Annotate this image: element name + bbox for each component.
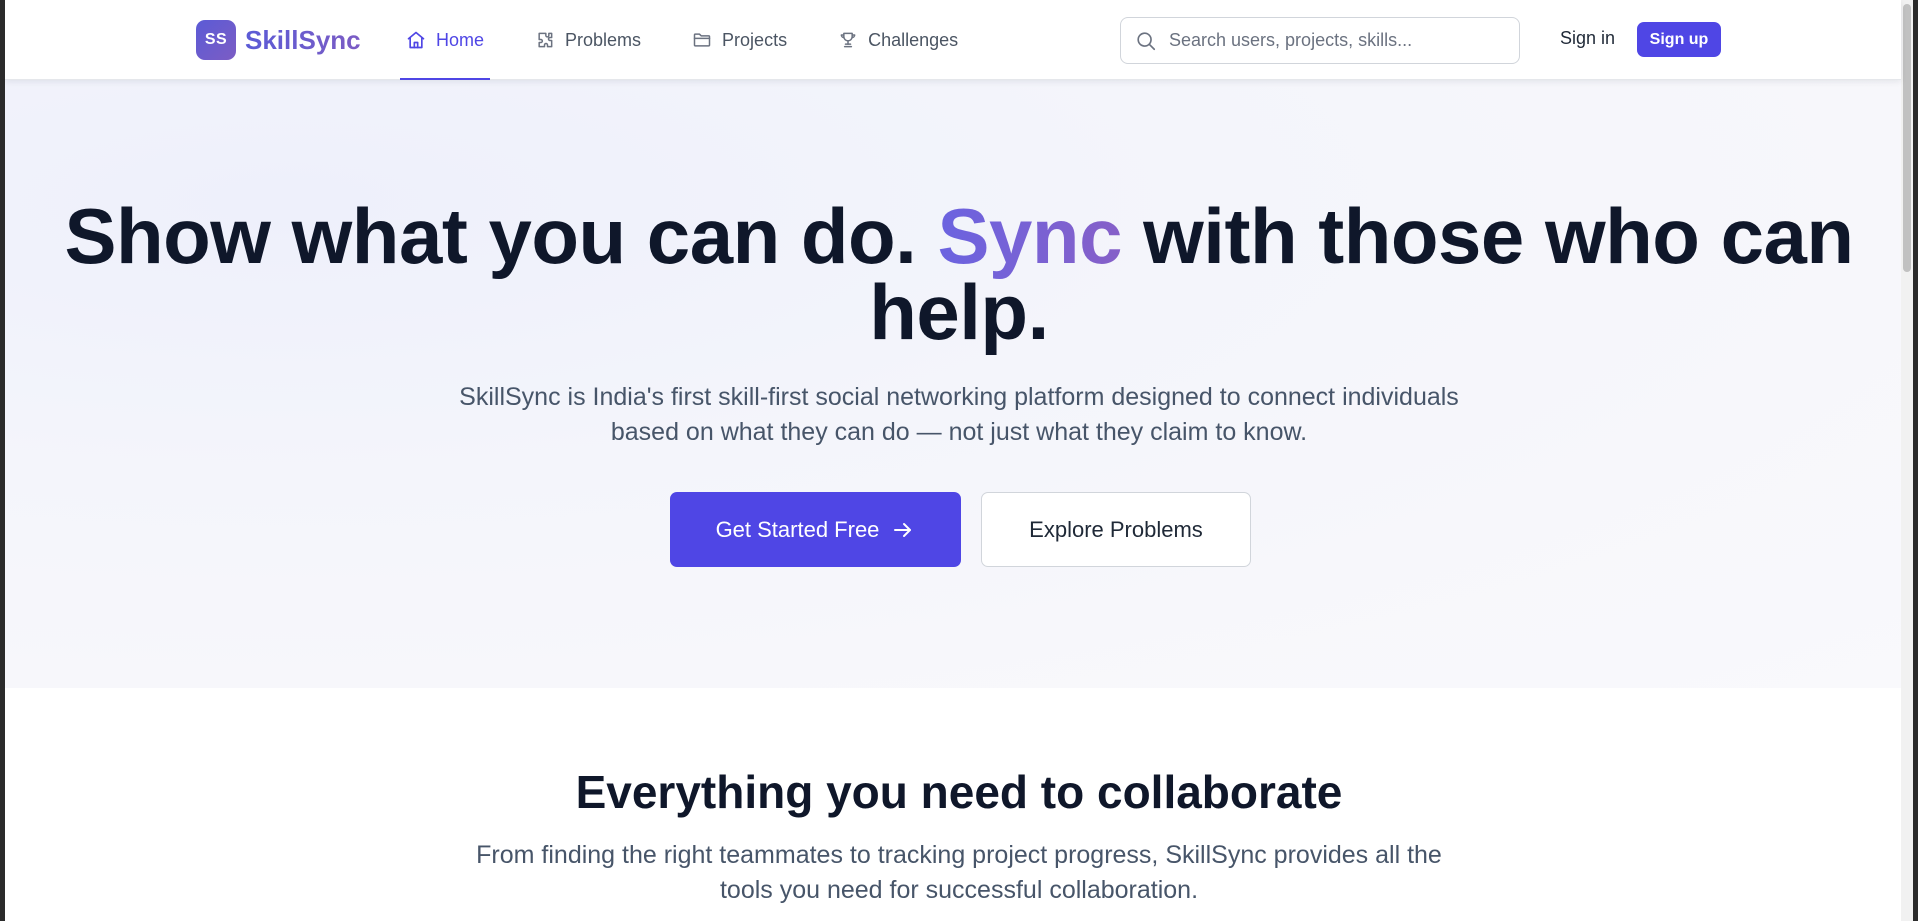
nav-item-home[interactable]: Home — [400, 0, 491, 80]
browser-viewport: SS SkillSync Home Problems Projects Chal… — [0, 0, 1918, 921]
features-subtitle: From finding the right teammates to trac… — [476, 841, 1442, 904]
home-icon — [406, 30, 426, 50]
search-box[interactable] — [1120, 17, 1520, 64]
hero-title: Show what you can do. Sync with those wh… — [5, 197, 1913, 351]
logo-initials: SS — [204, 31, 228, 48]
explore-problems-button[interactable]: Explore Problems — [981, 492, 1251, 567]
nav-item-challenges[interactable]: Challenges — [832, 0, 964, 80]
search-icon — [1135, 30, 1157, 52]
top-navbar: SS SkillSync Home Problems Projects Chal… — [5, 0, 1901, 80]
get-started-button[interactable]: Get Started Free — [670, 492, 961, 567]
arrow-right-icon — [891, 518, 915, 542]
logo-badge[interactable]: SS — [196, 20, 236, 60]
brand-name[interactable]: SkillSync — [245, 22, 361, 58]
nav-label-problems: Problems — [565, 29, 642, 50]
scrollbar-thumb[interactable] — [1903, 4, 1911, 272]
get-started-label: Get Started Free — [715, 516, 880, 542]
nav-item-projects[interactable]: Projects — [686, 0, 793, 80]
hero-subtitle: SkillSync is India's first skill-first s… — [459, 383, 1459, 446]
signup-button[interactable]: Sign up — [1637, 22, 1721, 57]
puzzle-icon — [535, 30, 555, 50]
hero-title-accent: Sync — [937, 192, 1123, 280]
nav-label-challenges: Challenges — [868, 29, 959, 50]
hero-title-part1: Show what you can do. — [64, 192, 938, 280]
main-nav: Home Problems Projects Challenges — [400, 0, 1003, 80]
search-input[interactable] — [1169, 30, 1499, 51]
signin-link[interactable]: Sign in — [1560, 28, 1615, 49]
trophy-icon — [838, 30, 858, 50]
features-title: Everything you need to collaborate — [575, 766, 1343, 818]
page-scrollbar[interactable] — [1901, 0, 1913, 921]
folder-icon — [692, 30, 712, 50]
nav-label-home: Home — [436, 29, 485, 50]
hero-section: Show what you can do. Sync with those wh… — [5, 80, 1901, 688]
nav-item-problems[interactable]: Problems — [529, 0, 647, 80]
nav-label-projects: Projects — [722, 29, 788, 50]
